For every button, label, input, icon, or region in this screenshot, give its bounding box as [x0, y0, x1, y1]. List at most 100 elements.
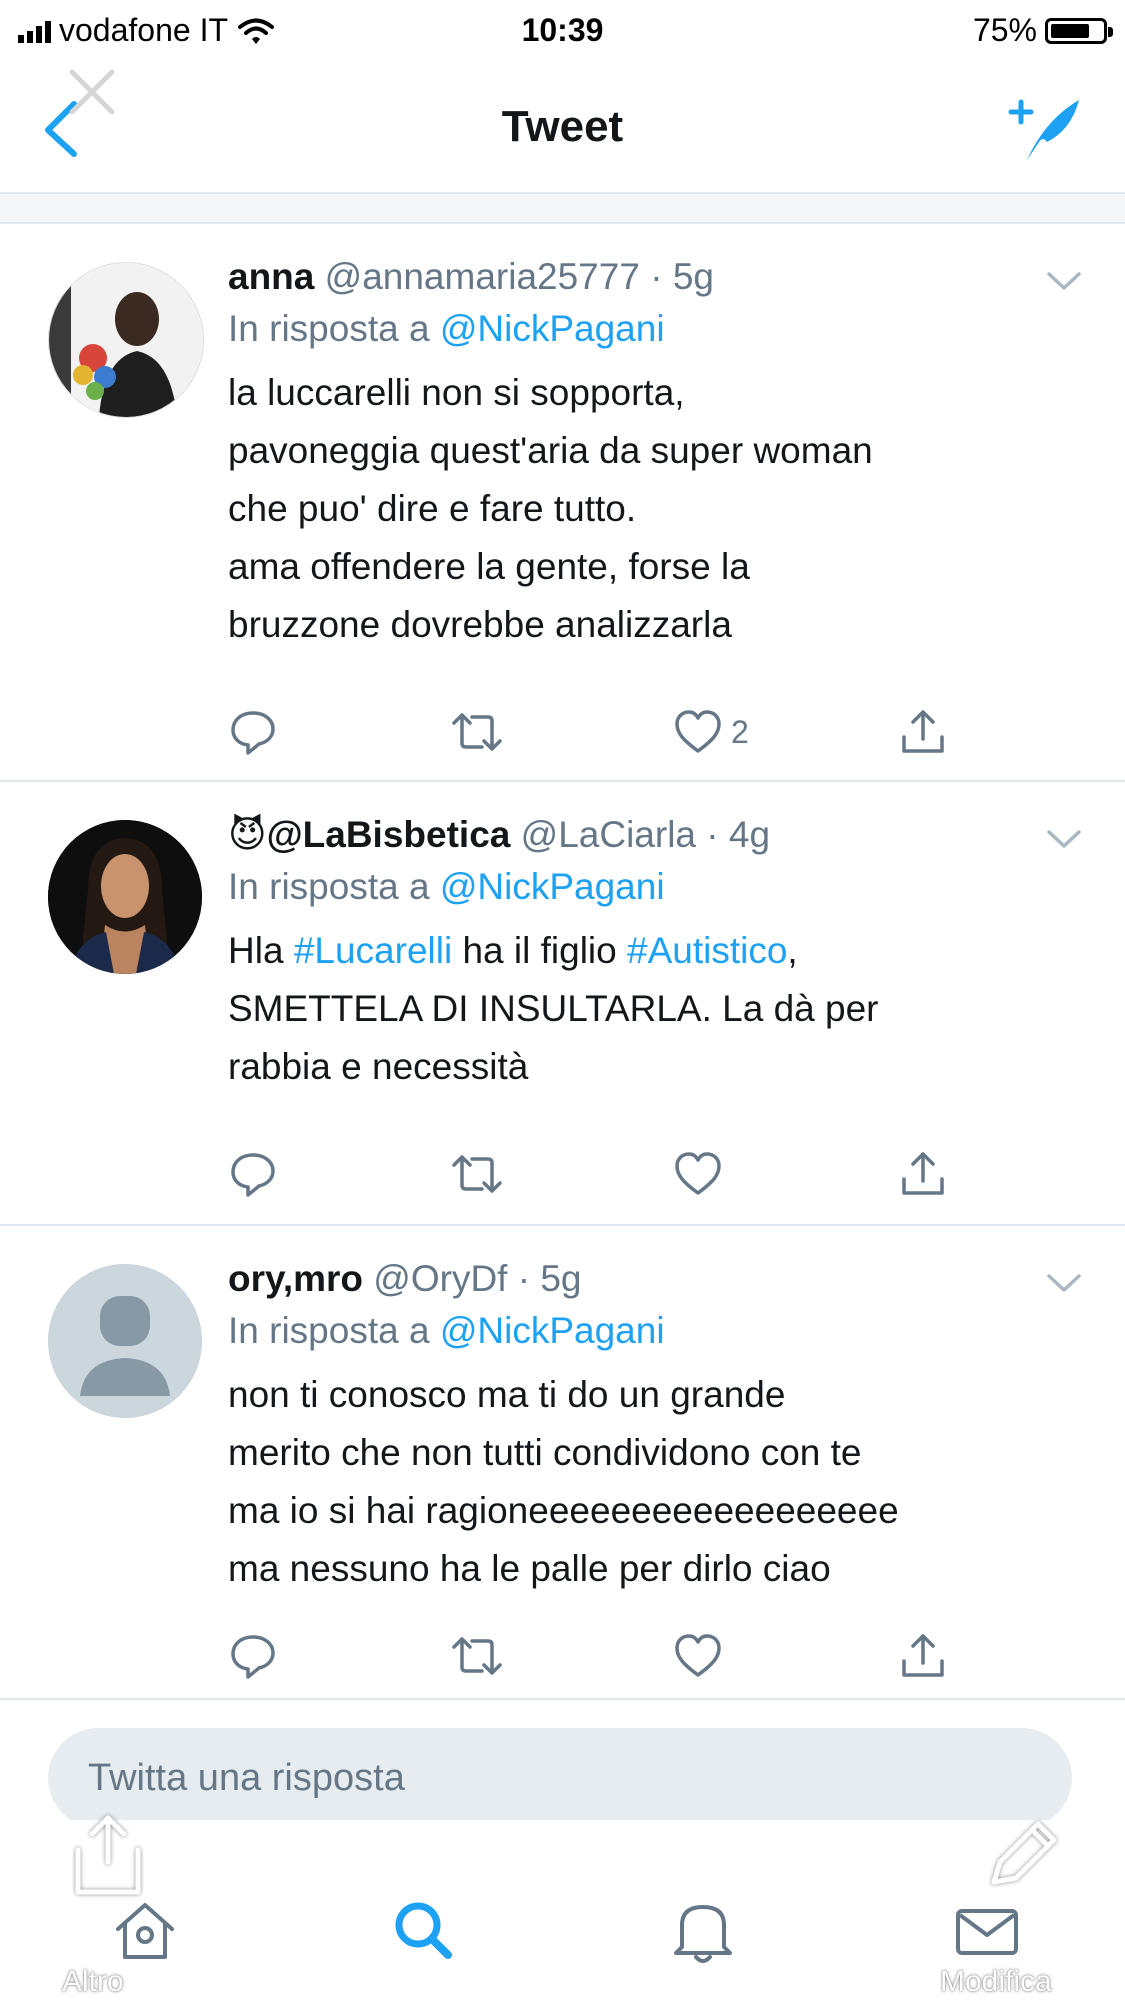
- like-button[interactable]: [673, 1146, 731, 1202]
- battery-icon: [1045, 17, 1113, 44]
- tweet-actions: [228, 1146, 948, 1202]
- user-name-text: @LaBisbetica: [266, 814, 511, 855]
- heart-icon: [675, 710, 721, 753]
- avatar-photo: [48, 820, 202, 974]
- reply-button[interactable]: [228, 1146, 278, 1202]
- chevron-down-icon[interactable]: [1043, 824, 1085, 854]
- avatar[interactable]: [48, 262, 204, 418]
- tweet-time: 5g: [540, 1258, 582, 1299]
- status-right: 75%: [972, 12, 1113, 49]
- reply-mention-link[interactable]: @NickPagani: [440, 1310, 665, 1351]
- more-overlay-label[interactable]: Altro: [62, 1965, 124, 1999]
- reply-icon: [231, 1635, 275, 1679]
- hashtag-link[interactable]: #Autistico: [627, 930, 787, 971]
- reply-prefix: In risposta a: [228, 308, 430, 349]
- like-button[interactable]: [673, 1628, 731, 1684]
- tweet-text-line: pavoneggia quest'aria da super woman: [228, 430, 873, 471]
- tweet-content: ory,mro @OryDf · 5g In risposta a @NickP…: [228, 1254, 1085, 1598]
- reply-context: In risposta a @NickPagani: [228, 1304, 1085, 1358]
- user-handle[interactable]: @LaCiarla: [521, 814, 696, 855]
- tweet-content: 😈@LaBisbetica @LaCiarla · 4g In risposta…: [228, 810, 1085, 1096]
- heart-icon: [675, 1152, 721, 1195]
- reply-prefix: In risposta a: [228, 1310, 430, 1351]
- like-button[interactable]: 2: [673, 704, 749, 760]
- tweet-header: anna @annamaria25777 · 5g: [228, 252, 1085, 302]
- user-handle[interactable]: @annamaria25777: [325, 256, 640, 297]
- tweet-text-line: la luccarelli non si sopporta,: [228, 372, 685, 413]
- avatar[interactable]: [48, 820, 202, 974]
- hashtag-link[interactable]: #Lucarelli: [294, 930, 452, 971]
- compose-tweet-icon[interactable]: [1005, 90, 1085, 170]
- user-name[interactable]: ory,mro: [228, 1258, 363, 1299]
- tweet-text: non ti conosco ma ti do un grande merito…: [228, 1366, 1085, 1598]
- retweet-button[interactable]: [450, 1146, 504, 1202]
- reply-context: In risposta a @NickPagani: [228, 302, 1085, 356]
- reply-mention-link[interactable]: @NickPagani: [440, 866, 665, 907]
- share-icon: [902, 1634, 944, 1677]
- retweet-icon: [452, 713, 502, 751]
- avatar[interactable]: [48, 1264, 202, 1418]
- edit-overlay-label[interactable]: Modifica: [940, 1965, 1052, 1999]
- tweet-time: 5g: [672, 256, 714, 297]
- reply-prefix: In risposta a: [228, 866, 430, 907]
- reply-button[interactable]: [228, 1628, 278, 1684]
- share-icon: [902, 710, 944, 753]
- separator-dot: ·: [517, 1258, 531, 1299]
- reply-icon: [231, 1153, 275, 1197]
- retweet-button[interactable]: [450, 704, 504, 760]
- chevron-down-icon[interactable]: [1043, 1268, 1085, 1298]
- text-fragment: Hla: [228, 930, 294, 971]
- chevron-down-icon[interactable]: [1043, 266, 1085, 296]
- share-button[interactable]: [898, 1628, 948, 1684]
- reply-context: In risposta a @NickPagani: [228, 860, 1085, 914]
- navigation-bar: Tweet: [0, 62, 1125, 194]
- text-fragment: ha il figlio: [452, 930, 627, 971]
- user-name[interactable]: 😈@LaBisbetica: [228, 814, 510, 855]
- tweet-actions: 2: [228, 704, 948, 760]
- tweet-actions: [228, 1628, 948, 1684]
- tweet-card[interactable]: 😈@LaBisbetica @LaCiarla · 4g In risposta…: [0, 782, 1125, 1226]
- avatar-photo: [49, 263, 203, 417]
- default-avatar-icon: [48, 1264, 202, 1418]
- tweet-text-line: merito che non tutti condividono con te: [228, 1432, 862, 1473]
- retweet-button[interactable]: [450, 1628, 504, 1684]
- battery-percent: 75%: [972, 12, 1037, 48]
- retweet-icon: [452, 1155, 502, 1193]
- separator-dot: ·: [650, 256, 663, 297]
- user-handle[interactable]: @OryDf: [373, 1258, 507, 1299]
- messages-icon[interactable]: [952, 1895, 1022, 1965]
- retweet-icon: [452, 1637, 502, 1675]
- battery-level-fill: [1051, 23, 1089, 38]
- reply-input[interactable]: [48, 1728, 1072, 1828]
- thread-gap: [0, 194, 1125, 224]
- user-name[interactable]: anna: [228, 256, 314, 297]
- page-title: Tweet: [501, 102, 624, 151]
- status-bar: vodafone IT 10:39 75%: [0, 0, 1125, 62]
- tweet-text-line: rabbia e necessità: [228, 1046, 529, 1087]
- share-button[interactable]: [898, 704, 948, 760]
- like-count: 2: [731, 713, 749, 750]
- tweet-card[interactable]: anna @annamaria25777 · 5g In risposta a …: [0, 224, 1125, 782]
- notifications-icon[interactable]: [668, 1895, 738, 1965]
- share-button[interactable]: [898, 1146, 948, 1202]
- share-overlay-icon[interactable]: [68, 1810, 148, 1900]
- tweet-text-line: SMETTELA DI INSULTARLA. La dà per: [228, 988, 879, 1029]
- edit-pencil-icon[interactable]: [980, 1812, 1064, 1896]
- tweet-text-line: Hla #Lucarelli ha il figlio #Autistico,: [228, 922, 1085, 980]
- tweet-card[interactable]: ory,mro @OryDf · 5g In risposta a @NickP…: [0, 1226, 1125, 1700]
- search-icon[interactable]: [388, 1895, 458, 1965]
- reply-mention-link[interactable]: @NickPagani: [440, 308, 665, 349]
- tweet-content: anna @annamaria25777 · 5g In risposta a …: [228, 252, 1085, 654]
- tweet-text: Hla #Lucarelli ha il figlio #Autistico, …: [228, 922, 1085, 1096]
- home-icon[interactable]: [110, 1895, 180, 1965]
- tweet-text-line: non ti conosco ma ti do un grande: [228, 1374, 786, 1415]
- reply-icon: [231, 711, 275, 755]
- reply-button[interactable]: [228, 704, 278, 760]
- tweet-header: ory,mro @OryDf · 5g: [228, 1254, 1085, 1304]
- share-icon: [902, 1152, 944, 1195]
- tweet-text-line: ama offendere la gente, forse la: [228, 546, 750, 587]
- reply-composer-bar: [0, 1700, 1125, 1828]
- heart-icon: [675, 1634, 721, 1677]
- separator-dot: ·: [706, 814, 719, 855]
- tweet-text-line: che puo' dire e fare tutto.: [228, 488, 637, 529]
